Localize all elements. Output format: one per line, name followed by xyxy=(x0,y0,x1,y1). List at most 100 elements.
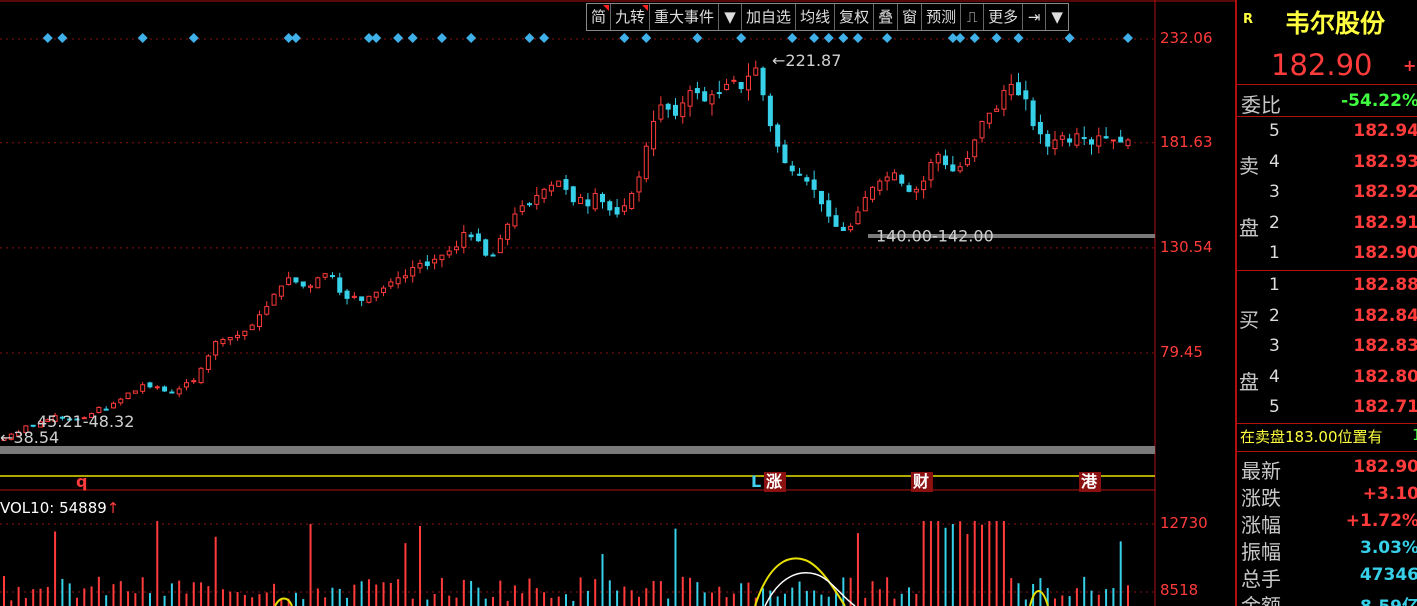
kline-chart[interactable]: ←221.87140.00-142.0045.21-48.32←38.54q L 涨… xyxy=(0,0,1235,606)
candle-body xyxy=(585,199,591,207)
toolbar-button-5[interactable]: 均线 xyxy=(796,4,836,30)
stat-value: 3.03% xyxy=(1360,538,1417,558)
toolbar-button-10[interactable]: ⎍ xyxy=(961,4,985,30)
volume-tick-label: 8518 xyxy=(1160,581,1199,599)
candle-body xyxy=(848,225,854,231)
candle-body xyxy=(1045,133,1051,147)
toolbar-button-13[interactable]: ▼ xyxy=(1046,4,1068,30)
candle-body xyxy=(118,398,124,404)
candle-body xyxy=(665,103,671,110)
candle-body xyxy=(169,391,175,394)
event-diamond-icon xyxy=(539,33,550,43)
level-price: 182.88 xyxy=(1353,275,1417,295)
candle-body xyxy=(351,295,357,298)
toolbar-button-12[interactable]: ⇥ xyxy=(1023,4,1047,30)
candle-body xyxy=(797,173,803,176)
toolbar-button-9[interactable]: 预测 xyxy=(922,4,962,30)
toolbar-button-8[interactable]: 窗 xyxy=(898,4,923,30)
candle-body xyxy=(986,112,992,124)
candle-body xyxy=(972,139,978,158)
candle-body xyxy=(1052,139,1058,150)
toolbar-button-11[interactable]: 更多 xyxy=(984,4,1024,30)
event-marker: L xyxy=(751,472,761,491)
candle-body xyxy=(162,386,168,392)
event-diamond-icon xyxy=(371,33,382,43)
level-number: 5 xyxy=(1269,397,1280,418)
candle-body xyxy=(964,157,970,166)
candle-body xyxy=(1001,90,1007,110)
buy-level-row[interactable]: 3 182.83 xyxy=(1267,336,1417,366)
candle-body xyxy=(213,341,219,356)
divider xyxy=(1237,116,1417,117)
candle-body xyxy=(592,192,598,210)
event-diamond-icon xyxy=(290,33,301,43)
candle-body xyxy=(381,287,387,293)
wb-value: -54.22% xyxy=(1341,91,1417,111)
candle-body xyxy=(132,390,138,394)
toolbar-button-1[interactable]: 九转 xyxy=(611,4,651,30)
candle-body xyxy=(497,238,503,254)
event-diamond-icon xyxy=(852,33,863,43)
candle-body xyxy=(884,176,890,182)
event-diamond-icon xyxy=(1123,33,1133,43)
event-diamond-icon xyxy=(882,33,893,43)
level-number: 2 xyxy=(1269,212,1280,233)
level-price: 182.93 xyxy=(1353,151,1417,172)
candle-body xyxy=(432,258,438,264)
wb-row: 委比 -54.22% xyxy=(1237,89,1417,117)
toolbar-button-7[interactable]: 叠 xyxy=(874,4,899,30)
candle-body xyxy=(687,90,693,107)
sell-level-row[interactable]: 1 182.90 xyxy=(1267,243,1417,273)
toolbar-button-2[interactable]: 重大事件 xyxy=(650,4,720,30)
candle-body xyxy=(1103,136,1109,139)
event-diamond-icon xyxy=(407,33,418,43)
event-diamond-icon xyxy=(787,33,798,43)
chart-toolbar: 简九转 重大事件 ▼ 加自选 均线 复权叠窗预测 ⎍ 更多 ⇥ ▼ xyxy=(586,3,1070,31)
buy-level-row[interactable]: 2 182.84 xyxy=(1267,306,1417,336)
candle-body xyxy=(899,174,905,184)
buy-level-row[interactable]: 1 182.88 xyxy=(1267,275,1417,305)
toolbar-button-0[interactable]: 简 xyxy=(587,4,612,30)
candle-body xyxy=(490,254,496,257)
candle-body xyxy=(366,295,372,303)
candle-body xyxy=(1074,133,1080,146)
candle-body xyxy=(818,190,824,205)
level-number: 3 xyxy=(1269,336,1280,357)
candle-body xyxy=(505,223,511,240)
price-tick-label: 79.45 xyxy=(1160,342,1203,361)
stock-name: 韦尔股份 xyxy=(1285,9,1386,38)
candle-body xyxy=(235,334,241,339)
candle-body xyxy=(943,155,949,166)
sell-level-row[interactable]: 3 182.92 xyxy=(1267,182,1417,212)
candle-body xyxy=(308,285,314,288)
sell-side-label: 卖盘 xyxy=(1239,154,1259,240)
level-price: 182.83 xyxy=(1353,336,1417,357)
candle-body xyxy=(183,382,189,388)
candle-body xyxy=(154,386,160,389)
candle-body xyxy=(446,250,452,256)
event-diamond-icon xyxy=(692,33,703,43)
candle-body xyxy=(249,324,255,331)
candle-body xyxy=(629,192,635,209)
price-annotation: ←221.87 xyxy=(772,51,841,70)
sell-level-row[interactable]: 5 182.94 xyxy=(1267,121,1417,151)
price-annotation: ←38.54 xyxy=(0,428,59,447)
toolbar-button-3[interactable]: ▼ xyxy=(719,4,743,30)
toolbar-button-4[interactable]: 加自选 xyxy=(742,4,797,30)
sell-level-row[interactable]: 4 182.93 xyxy=(1267,152,1417,182)
candle-body xyxy=(1037,121,1043,135)
candle-body xyxy=(979,120,985,139)
candle-body xyxy=(205,355,211,370)
candle-body xyxy=(264,306,270,315)
candle-body xyxy=(322,273,328,278)
candle-body xyxy=(220,339,226,345)
level-price: 182.92 xyxy=(1353,182,1417,203)
candle-body xyxy=(826,200,832,217)
buy-level-row[interactable]: 4 182.80 xyxy=(1267,367,1417,397)
candle-body xyxy=(337,277,343,293)
toolbar-button-6[interactable]: 复权 xyxy=(835,4,875,30)
sell-level-row[interactable]: 2 182.91 xyxy=(1267,213,1417,243)
wb-label: 委比 xyxy=(1241,93,1281,117)
stat-row: 涨跌 +3.10 xyxy=(1237,482,1417,510)
candle-body xyxy=(191,380,197,383)
